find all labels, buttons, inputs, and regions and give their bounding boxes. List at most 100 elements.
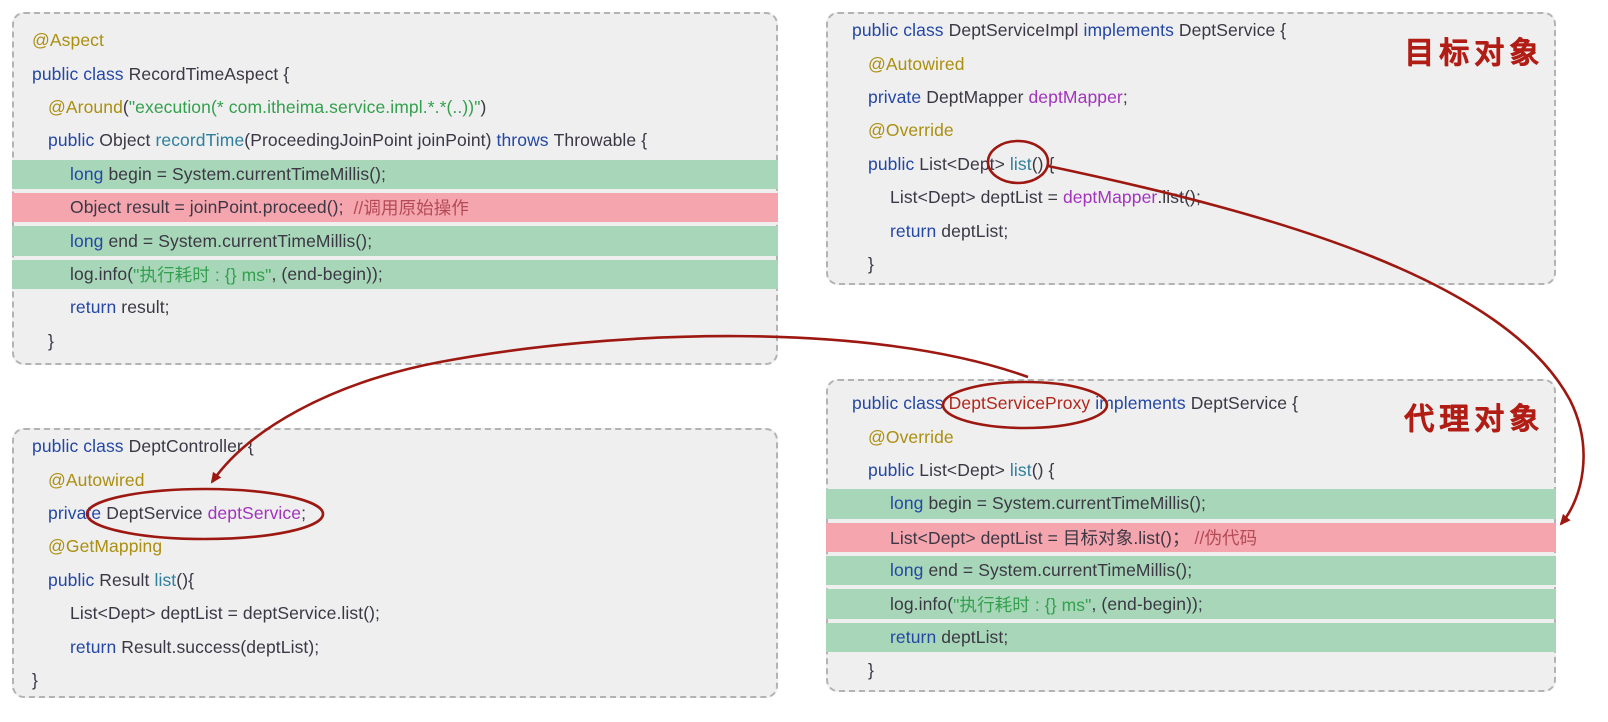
code-line: long begin = System.currentTimeMillis(); <box>12 158 778 191</box>
code-token-plain: Object result = joinPoint.proceed(); <box>70 197 354 218</box>
code-line: @Override <box>828 114 1554 147</box>
code-line: long begin = System.currentTimeMillis(); <box>826 487 1556 520</box>
code-line: private DeptMapper deptMapper; <box>828 81 1554 114</box>
code-line: public List<Dept> list() { <box>828 454 1554 487</box>
code-line: @Autowired <box>14 463 776 496</box>
code-token-kw: return <box>70 297 122 318</box>
code-token-kw: return <box>890 220 942 241</box>
code-token-field: deptService <box>207 502 302 523</box>
code-token-plain: Result <box>99 569 155 590</box>
code-token-plain: .list(); <box>1157 187 1201 208</box>
code-token-plain: DeptService { <box>1190 393 1299 414</box>
code-line: public class RecordTimeAspect { <box>14 57 776 90</box>
code-token-plain: } <box>868 253 874 274</box>
code-line: @Around("execution(* com.itheima.service… <box>14 91 776 124</box>
code-token-kw: implements <box>1083 20 1179 41</box>
code-token-kw: public <box>48 130 100 151</box>
code-token-plain: log.info( <box>70 263 134 284</box>
code-token-method: recordTime <box>155 130 245 151</box>
target-object-label: 目标对象 <box>1404 36 1544 71</box>
code-token-plain: , (end-begin)); <box>271 263 383 284</box>
code-line: @GetMapping <box>14 530 776 563</box>
code-token-plain: ; <box>301 502 307 523</box>
code-token-plain: log.info( <box>890 593 954 614</box>
code-token-plain: List<Dept> <box>919 153 1010 174</box>
code-line: return result; <box>14 291 776 324</box>
code-token-plain: List<Dept> deptList = 目标对象.list()； <box>890 527 1195 548</box>
code-line: public List<Dept> list() { <box>828 148 1554 181</box>
code-line: return deptList; <box>828 214 1554 247</box>
code-token-plain: (){ <box>176 569 195 590</box>
code-line: List<Dept> deptList = deptMapper .list(); <box>828 181 1554 214</box>
code-token-kw: public class <box>32 63 129 84</box>
code-token-plain: Throwable { <box>553 130 648 151</box>
code-token-method: list <box>154 569 177 590</box>
code-token-ann: @GetMapping <box>48 536 163 557</box>
code-token-kw: long <box>70 230 109 251</box>
code-token-ann: @Aspect <box>32 30 104 51</box>
code-token-plain: result; <box>121 297 170 318</box>
code-token-kw: private <box>868 86 927 107</box>
code-line: private DeptService deptService; <box>14 497 776 530</box>
code-token-cmt: //伪代码 <box>1194 527 1258 548</box>
code-token-ann: @Override <box>868 120 954 141</box>
code-token-kw: return <box>890 626 942 647</box>
code-token-plain: RecordTimeAspect { <box>128 63 290 84</box>
code-token-plain: () { <box>1031 459 1055 480</box>
controller-code-panel: public class DeptController { @Autowired p… <box>12 428 778 698</box>
code-token-plain: end = System.currentTimeMillis(); <box>108 230 373 251</box>
code-line: public class DeptController { <box>14 430 776 463</box>
code-line: return Result.success(deptList); <box>14 630 776 663</box>
code-token-kw: public <box>48 569 100 590</box>
code-token-str: "执行耗时 : {} ms" <box>953 594 1092 615</box>
code-token-plain: List<Dept> deptList = deptService.list()… <box>70 603 381 624</box>
code-token-field: deptMapper <box>1062 187 1158 208</box>
code-token-plain: ) <box>480 96 487 117</box>
code-token-plain: } <box>32 669 38 690</box>
code-line: } <box>14 325 776 358</box>
code-token-plain: () { <box>1031 153 1055 174</box>
code-token-str: "执行耗时 : {} ms" <box>133 264 272 285</box>
code-line: } <box>828 248 1554 281</box>
code-token-field: deptMapper <box>1028 86 1123 107</box>
code-token-cmt: //调用原始操作 <box>353 198 469 219</box>
code-token-plain: end = System.currentTimeMillis(); <box>928 560 1193 581</box>
code-line: Object result = joinPoint.proceed(); //调… <box>12 191 778 224</box>
code-line: log.info("执行耗时 : {} ms", (end-begin)); <box>12 258 778 291</box>
code-token-plain: (ProceedingJoinPoint joinPoint) <box>244 130 497 151</box>
code-line: long end = System.currentTimeMillis(); <box>826 554 1556 587</box>
code-line: List<Dept> deptList = deptService.list()… <box>14 597 776 630</box>
code-token-kw: public <box>868 153 920 174</box>
code-token-plain: deptList; <box>941 220 1009 241</box>
code-token-plain: DeptService { <box>1178 20 1287 41</box>
code-token-ann: @Autowired <box>868 53 965 74</box>
code-token-ann: @Autowired <box>48 469 145 490</box>
code-line: } <box>14 664 776 697</box>
code-line: public Result list(){ <box>14 564 776 597</box>
code-token-kw: private <box>48 502 107 523</box>
code-token-plain: DeptServiceImpl <box>948 20 1084 41</box>
code-token-ann: @Override <box>868 426 954 447</box>
code-token-plain: Object <box>99 130 156 151</box>
code-token-kw: public class <box>852 20 949 41</box>
code-token-kw: throws <box>496 130 554 151</box>
code-line: List<Dept> deptList = 目标对象.list()； //伪代码 <box>826 521 1556 554</box>
code-line: } <box>828 654 1554 687</box>
code-token-kw: long <box>70 163 109 184</box>
code-token-method: list <box>1009 459 1032 480</box>
code-token-plain: , (end-begin)); <box>1091 593 1203 614</box>
proxy-object-label: 代理对象 <box>1404 402 1544 437</box>
code-line: return deptList; <box>826 621 1556 654</box>
code-token-plain: List<Dept> deptList = <box>890 187 1063 208</box>
code-token-kw: long <box>890 560 929 581</box>
aspect-code-panel: @Aspect public class RecordTimeAspect {@A… <box>12 12 778 365</box>
code-token-kw: return <box>70 636 122 657</box>
code-token-plain: DeptService <box>106 502 208 523</box>
code-token-plain: } <box>48 330 54 351</box>
code-token-kw: public class <box>32 436 129 457</box>
code-token-plain: deptList; <box>941 626 1009 647</box>
code-token-redname: DeptServiceProxy <box>948 393 1096 414</box>
code-token-plain: begin = System.currentTimeMillis(); <box>108 163 387 184</box>
code-line: long end = System.currentTimeMillis(); <box>12 224 778 257</box>
code-line: log.info("执行耗时 : {} ms", (end-begin)); <box>826 587 1556 620</box>
